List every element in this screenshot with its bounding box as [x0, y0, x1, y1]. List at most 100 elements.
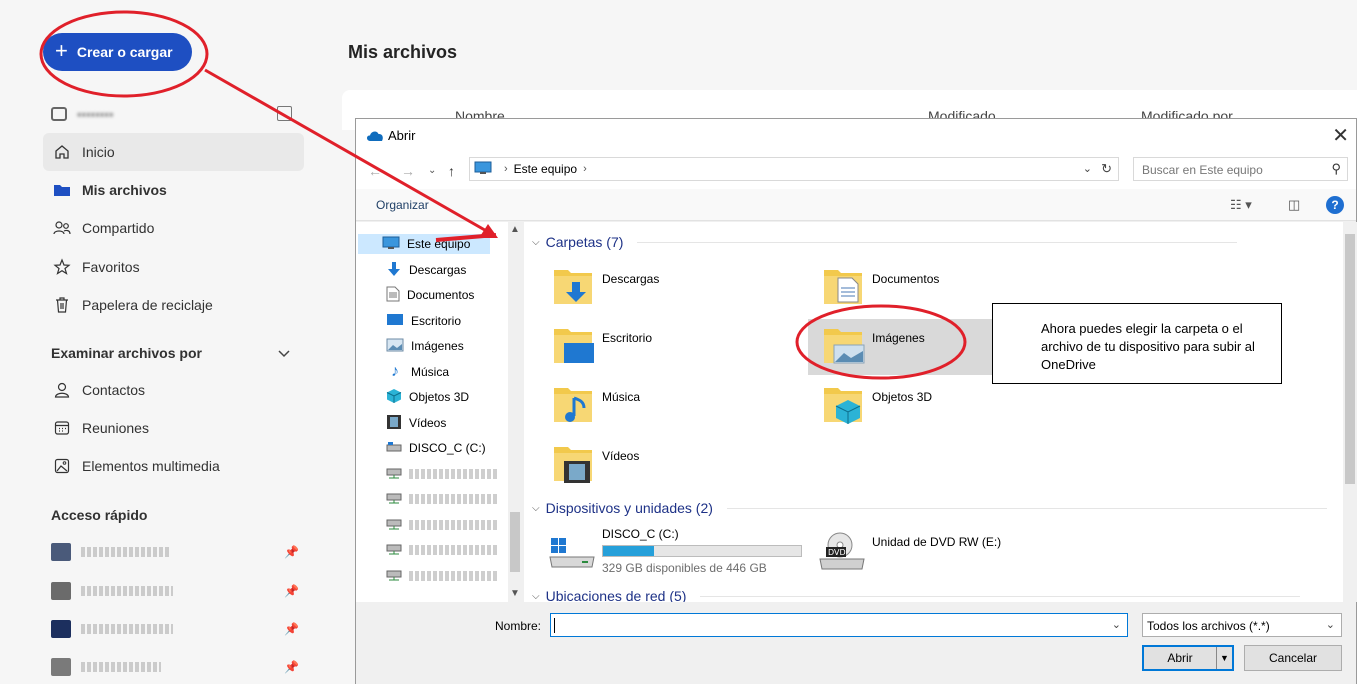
chevron-down-icon[interactable]: ⌄ [1083, 162, 1092, 175]
drive-usage-bar [602, 545, 802, 557]
tree-item-label: DISCO_C (C:) [409, 441, 486, 455]
navigation-tree: Este equipo Descargas Documentos Escrito… [356, 222, 508, 602]
music-icon: ♪ [391, 363, 399, 380]
scroll-up-icon[interactable]: ▲ [510, 224, 520, 235]
up-arrow-icon[interactable]: ↑ [448, 163, 455, 179]
folder-escritorio[interactable]: Escritorio [552, 323, 802, 377]
nav-item-multimedia[interactable]: Elementos multimedia [43, 447, 304, 485]
quick-access-item[interactable]: 📌 [51, 656, 299, 678]
tree-item-disco-c[interactable]: DISCO_C (C:) [386, 438, 486, 458]
cancel-button[interactable]: Cancelar [1244, 645, 1342, 671]
group-header-folders[interactable]: ⌵ Carpetas (7) [532, 234, 1238, 250]
tree-item-objetos-3d[interactable]: Objetos 3D [386, 387, 469, 407]
nav-item-reuniones[interactable]: Reuniones [43, 409, 304, 447]
back-arrow-icon[interactable]: ← [368, 163, 382, 179]
nav-item-contactos[interactable]: Contactos [43, 371, 304, 409]
quick-access-item[interactable]: 📌 [51, 541, 299, 563]
address-bar[interactable]: › Este equipo › ⌄ ↻ [469, 157, 1119, 181]
nav-item-inicio[interactable]: Inicio [43, 133, 304, 171]
view-options-icon[interactable]: ☷ ▾ [1230, 197, 1252, 213]
tree-item-descargas[interactable]: Descargas [386, 260, 466, 280]
windows-drive-icon [548, 535, 596, 576]
open-file-dialog: Abrir ✕ ← → ⌄ ↑ › Este equipo › ⌄ ↻ Busc… [355, 118, 1357, 684]
forward-arrow-icon[interactable]: → [401, 163, 415, 179]
drive-dvd[interactable]: DVD Unidad de DVD RW (E:) [818, 527, 1078, 579]
tree-item-label: Documentos [407, 288, 475, 302]
group-header-devices[interactable]: ⌵ Dispositivos y unidades (2) [532, 500, 1327, 516]
dialog-title: Abrir [388, 128, 416, 143]
breadcrumb-location[interactable]: Este equipo [514, 162, 577, 176]
nav-item-compartido[interactable]: Compartido [43, 209, 304, 247]
chevron-down-icon[interactable]: ⌄ [1112, 618, 1121, 631]
blurred-name [409, 571, 499, 581]
drive-free-space: 329 GB disponibles de 446 GB [602, 561, 767, 575]
preview-pane-icon[interactable]: ◫ [1288, 197, 1300, 213]
trash-icon [52, 296, 72, 314]
scroll-thumb[interactable] [1345, 234, 1355, 484]
tree-item-network-drive[interactable] [386, 464, 499, 484]
create-or-upload-button[interactable]: + Crear o cargar [43, 33, 192, 71]
folder-label: Vídeos [602, 449, 640, 463]
tree-item-network-drive[interactable] [386, 515, 499, 535]
tree-item-imagenes[interactable]: Imágenes [386, 336, 464, 356]
nav-item-label: Reuniones [82, 420, 149, 436]
tree-scrollbar[interactable]: ▲ ▼ [508, 222, 522, 602]
chevron-down-icon[interactable] [277, 346, 291, 364]
quick-access-item[interactable]: 📌 [51, 618, 299, 640]
tree-item-network-drive[interactable] [386, 540, 499, 560]
folder-label: Escritorio [602, 331, 653, 345]
3d-objects-folder-icon [822, 382, 866, 426]
tree-item-network-drive[interactable] [386, 489, 499, 509]
pin-icon[interactable]: 📌 [284, 584, 299, 598]
annotation-callout: Ahora puedes elegir la carpeta o el arch… [992, 303, 1282, 384]
tree-item-escritorio[interactable]: Escritorio [386, 311, 461, 331]
open-button[interactable]: Abrir ▼ [1142, 645, 1234, 671]
sidebar-toggle-icon[interactable] [277, 106, 292, 121]
search-input[interactable]: Buscar en Este equipo ⚲ [1133, 157, 1348, 181]
content-scrollbar[interactable] [1343, 222, 1357, 602]
tree-item-videos[interactable]: Vídeos [386, 413, 446, 433]
folder-label: Imágenes [872, 331, 925, 345]
blurred-name [81, 547, 171, 557]
search-placeholder: Buscar en Este equipo [1142, 163, 1263, 177]
image-icon [52, 458, 72, 474]
nav-item-mis-archivos[interactable]: Mis archivos [43, 171, 304, 209]
tree-item-label: Vídeos [409, 416, 447, 430]
quick-access-item[interactable]: 📌 [51, 580, 299, 602]
cancel-button-label: Cancelar [1268, 651, 1318, 665]
close-icon[interactable]: ✕ [1332, 123, 1349, 148]
pin-icon[interactable]: 📌 [284, 545, 299, 559]
pin-icon[interactable]: 📌 [284, 622, 299, 636]
folder-musica[interactable]: Música [552, 382, 802, 436]
refresh-icon[interactable]: ↻ [1101, 161, 1112, 177]
folder-objetos-3d[interactable]: Objetos 3D [822, 382, 1072, 436]
file-type-select[interactable]: Todos los archivos (*.*) ⌄ [1142, 613, 1342, 637]
organize-button[interactable]: Organizar [376, 198, 429, 212]
tree-item-musica[interactable]: ♪ Música [386, 362, 449, 382]
recent-locations-icon[interactable]: ⌄ [428, 165, 436, 176]
tree-item-este-equipo[interactable]: Este equipo [358, 234, 490, 254]
blurred-name [81, 662, 161, 672]
file-type-value: Todos los archivos (*.*) [1147, 619, 1270, 633]
group-header-network[interactable]: ⌵ Ubicaciones de red (5) [532, 588, 1301, 602]
scroll-thumb[interactable] [510, 512, 520, 572]
thumbnail [51, 543, 71, 561]
folder-videos[interactable]: Vídeos [552, 441, 802, 495]
open-options-dropdown-icon[interactable]: ▼ [1216, 647, 1232, 669]
home-icon [52, 143, 72, 161]
tree-item-network-drive[interactable] [386, 566, 499, 586]
nav-item-papelera[interactable]: Papelera de reciclaje [43, 286, 304, 324]
folder-descargas[interactable]: Descargas [552, 264, 802, 318]
filename-input[interactable]: ⌄ [550, 613, 1128, 637]
network-drive-icon [386, 569, 402, 584]
network-drive-icon [386, 543, 402, 558]
thumbnail [51, 658, 71, 676]
drive-disco-c[interactable]: DISCO_C (C:) 329 GB disponibles de 446 G… [548, 527, 808, 579]
desktop-icon [386, 313, 404, 330]
account-row[interactable]: •••••••• [51, 104, 301, 124]
nav-item-favoritos[interactable]: Favoritos [43, 248, 304, 286]
tree-item-documentos[interactable]: Documentos [386, 285, 474, 305]
scroll-down-icon[interactable]: ▼ [510, 588, 520, 599]
pin-icon[interactable]: 📌 [284, 660, 299, 674]
help-icon[interactable]: ? [1326, 196, 1344, 214]
